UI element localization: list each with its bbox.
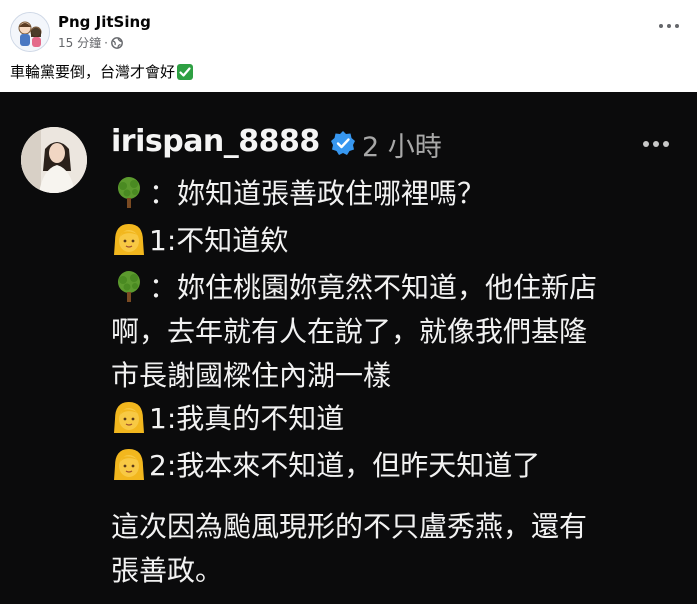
embedded-line: 這次因為颱風現形的不只盧秀燕，還有 (111, 505, 587, 545)
embedded-line-text: 這次因為颱風現形的不只盧秀燕，還有 (111, 510, 588, 543)
embedded-line-text: ：妳知道張善政住哪裡嗎？ (149, 177, 486, 210)
author-avatar[interactable] (10, 12, 50, 52)
author-name[interactable]: Png JitSing (58, 13, 151, 31)
embedded-line: 張善政。 (111, 549, 223, 589)
embedded-line: 市長謝國樑住內湖一樣 (111, 354, 391, 394)
globe-icon (111, 36, 123, 49)
post-meta: 15 分鐘 · (58, 34, 123, 51)
tree-icon (111, 174, 147, 210)
embedded-avatar (21, 127, 87, 193)
embedded-more-icon (643, 141, 669, 147)
post-header: Png JitSing 15 分鐘 · 車輪黨要倒，台灣才會好 (0, 0, 697, 92)
embedded-line: 1:我真的不知道 (111, 397, 344, 437)
post-text: 車輪黨要倒，台灣才會好 (10, 61, 194, 82)
check-mark-icon (177, 63, 194, 80)
woman-icon (111, 399, 147, 435)
verified-badge-icon (331, 131, 355, 155)
embedded-line-text: 1:我真的不知道 (149, 402, 345, 435)
embedded-username: irispan_8888 (111, 124, 320, 159)
woman-icon (111, 446, 147, 482)
embedded-line: ：妳知道張善政住哪裡嗎？ (111, 172, 485, 212)
embedded-line-text: 啊，去年就有人在說了，就像我們基隆 (111, 315, 588, 348)
embedded-line-text: 2:我本來不知道，但昨天知道了 (149, 449, 541, 482)
embedded-line: 啊，去年就有人在說了，就像我們基隆 (111, 310, 587, 350)
embedded-line: ：妳住桃園妳竟然不知道，他住新店 (111, 266, 597, 306)
more-options-icon[interactable] (659, 18, 679, 34)
tree-icon (111, 268, 147, 304)
embedded-line-text: 張善政。 (111, 554, 224, 587)
embedded-line-text: ：妳住桃園妳竟然不知道，他住新店 (149, 271, 598, 304)
post-text-content: 車輪黨要倒，台灣才會好 (10, 63, 176, 81)
embedded-line: 1:不知道欸 (111, 219, 288, 259)
woman-icon (111, 221, 147, 257)
embedded-time: 2 小時 (362, 132, 442, 163)
embedded-line-text: 1:不知道欸 (149, 224, 289, 257)
post-time[interactable]: 15 分鐘 (58, 34, 101, 51)
embedded-line: 2:我本來不知道，但昨天知道了 (111, 444, 540, 484)
meta-separator: · (104, 35, 108, 50)
embedded-line-text: 市長謝國樑住內湖一樣 (111, 359, 392, 392)
